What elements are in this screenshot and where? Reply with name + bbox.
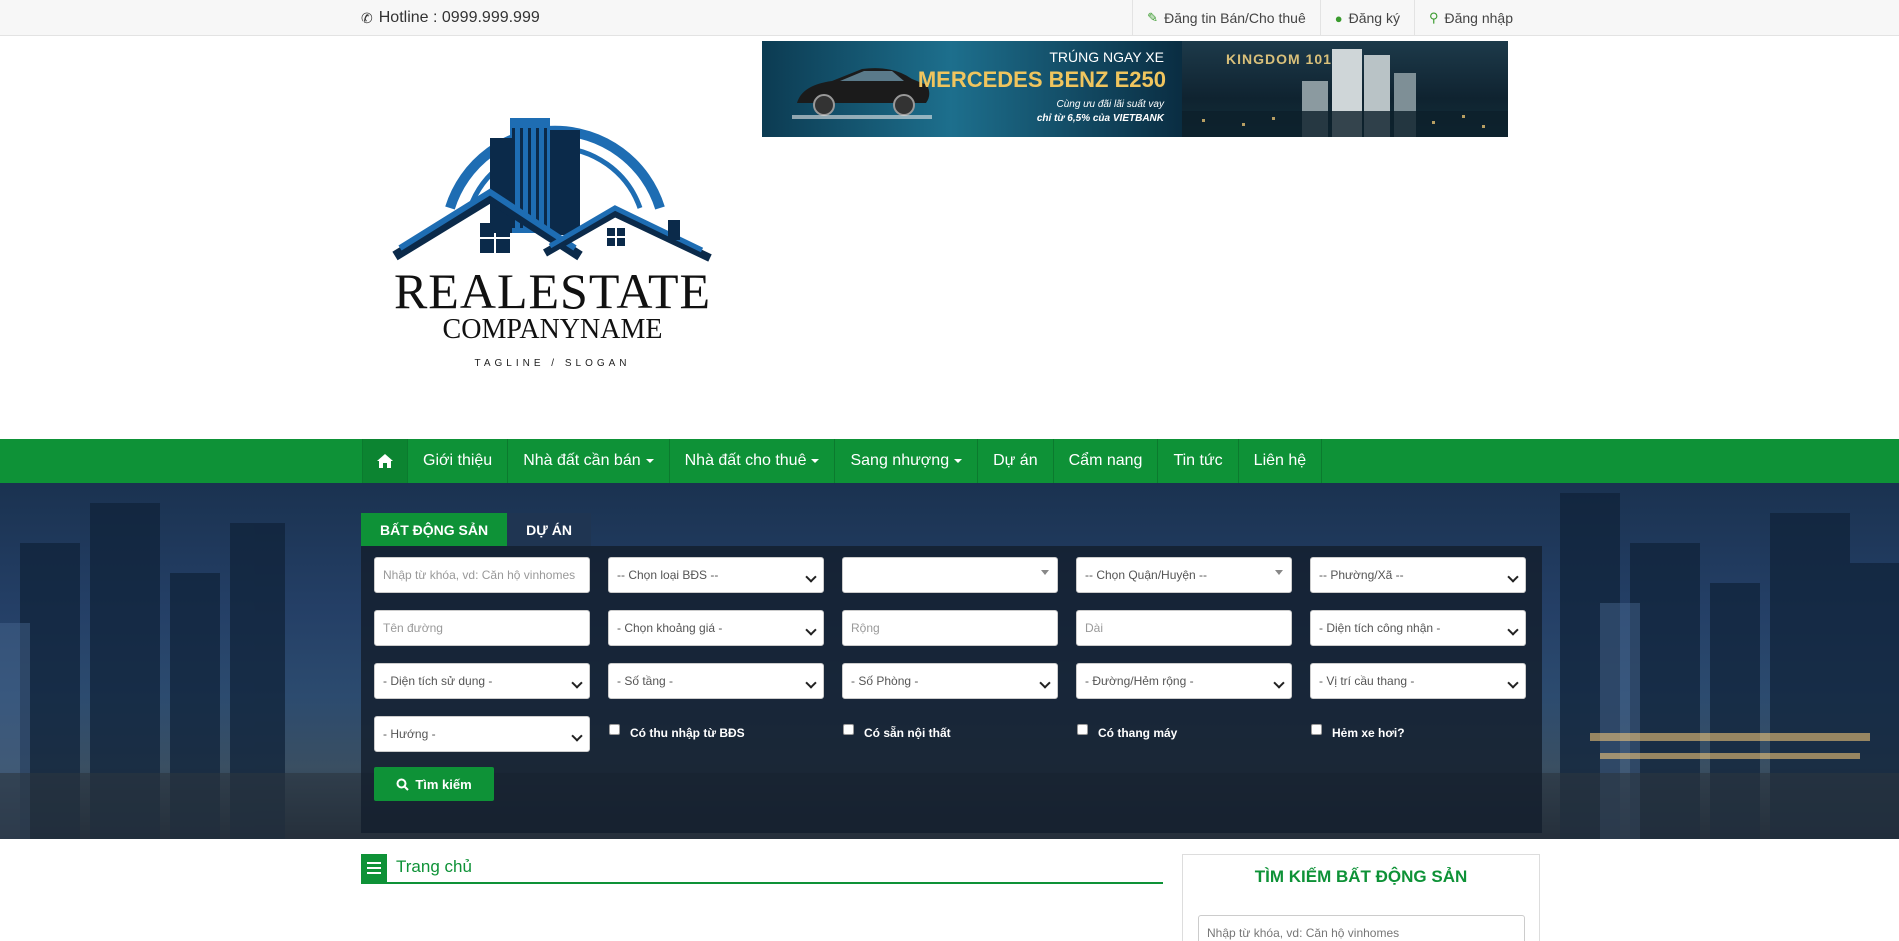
promo-banner: TRÚNG NGAY XE MERCEDES BENZ E250 Cùng ưu… (762, 41, 1182, 137)
login-link[interactable]: ⚲ Đăng nhập (1413, 0, 1527, 36)
nav-item-cam-nang[interactable]: Cẩm nang (1054, 439, 1159, 483)
search-tabs: BẤT ĐỘNG SẢN DỰ ÁN (361, 513, 591, 546)
property-type-select[interactable]: -- Chọn loại BĐS -- (608, 557, 824, 593)
hero-search: BẤT ĐỘNG SẢN DỰ ÁN Nhập từ khóa, vd: Căn… (0, 483, 1899, 839)
length-input[interactable]: Dài (1076, 610, 1292, 646)
search-icon (396, 778, 410, 791)
car-alley-checkbox[interactable]: Hẻm xe hơi? (1311, 724, 1405, 740)
caret-down-icon (645, 459, 654, 463)
width-input[interactable]: Rộng (842, 610, 1058, 646)
nav-item-nha-dat-can-ban[interactable]: Nhà đất cần bán (508, 439, 670, 483)
floors-select[interactable]: - Số tầng - (608, 663, 824, 699)
promo-sub1: Cùng ưu đãi lãi suất vay (1056, 99, 1164, 110)
nav-item-tin-tuc[interactable]: Tin tức (1158, 439, 1239, 483)
phone-icon: ✆ (361, 9, 373, 26)
nav-home[interactable] (362, 439, 408, 483)
ad-banner[interactable]: TRÚNG NGAY XE MERCEDES BENZ E250 Cùng ưu… (762, 41, 1508, 137)
site-logo[interactable]: REALESTATE COMPANYNAME TAGLINE / SLOGAN (390, 108, 715, 373)
user-icon: ● (1334, 10, 1343, 26)
nav-item-lien-he[interactable]: Liên hệ (1239, 439, 1323, 483)
hotline: ✆ Hotline : 0999.999.999 (361, 9, 540, 27)
elevator-checkbox[interactable]: Có thang máy (1077, 724, 1177, 740)
edit-icon: ✎ (1147, 10, 1159, 25)
logo-tagline: TAGLINE / SLOGAN (474, 358, 631, 369)
nav-list: Giới thiệu Nhà đất cần bán Nhà đất cho t… (362, 439, 1323, 483)
promo-title: TRÚNG NGAY XE (1049, 49, 1164, 65)
register-link[interactable]: ● Đăng ký (1319, 0, 1414, 36)
price-range-select[interactable]: - Chọn khoảng giá - (608, 610, 824, 646)
recognized-area-select[interactable]: - Diện tích công nhận - (1310, 610, 1526, 646)
key-icon: ⚲ (1428, 10, 1439, 25)
tab-du-an[interactable]: DỰ ÁN (507, 513, 591, 546)
checkbox-box[interactable] (1311, 724, 1322, 735)
promo-car: MERCEDES BENZ E250 (917, 67, 1166, 92)
promo-sub2: chỉ từ 6,5% của VIETBANK (1036, 113, 1164, 124)
checkbox-box[interactable] (609, 724, 620, 735)
caret-down-icon (811, 459, 820, 463)
main-nav: Giới thiệu Nhà đất cần bán Nhà đất cho t… (0, 439, 1899, 483)
sidebar-search-box: TÌM KIẾM BẤT ĐỘNG SẢN Nhập từ khóa, vd: … (1182, 854, 1540, 941)
keyword-input[interactable]: Nhập từ khóa, vd: Căn hộ vinhomes (374, 557, 590, 593)
project-banner: KINGDOM 101 (1182, 41, 1508, 137)
hotline-text: Hotline : 0999.999.999 (378, 9, 540, 26)
nav-item-gioi-thieu[interactable]: Giới thiệu (408, 439, 509, 483)
nav-item-sang-nhuong[interactable]: Sang nhượng (835, 439, 979, 483)
logo-line1: REALESTATE (393, 263, 712, 319)
rooms-select[interactable]: - Số Phòng - (842, 663, 1058, 699)
city-image (1182, 49, 1508, 137)
furnished-checkbox[interactable]: Có sẵn nội thất (843, 724, 951, 740)
top-bar: ✆ Hotline : 0999.999.999 ✎ Đăng tin Bán/… (0, 0, 1899, 36)
ward-select[interactable]: -- Phường/Xã -- (1310, 557, 1526, 593)
tab-bat-dong-san[interactable]: BẤT ĐỘNG SẢN (361, 513, 508, 546)
search-form: Nhập từ khóa, vd: Căn hộ vinhomes -- Chọ… (361, 546, 1542, 833)
nav-item-nha-dat-cho-thue[interactable]: Nhà đất cho thuê (670, 439, 836, 483)
income-checkbox[interactable]: Có thu nhập từ BĐS (609, 724, 745, 740)
city-select[interactable] (842, 557, 1058, 593)
used-area-select[interactable]: - Diện tích sử dụng - (374, 663, 590, 699)
nav-item-du-an[interactable]: Dự án (978, 439, 1054, 483)
district-select[interactable]: -- Chọn Quận/Huyện -- (1076, 557, 1292, 593)
sidebar-title: TÌM KIẾM BẤT ĐỘNG SẢN (1254, 867, 1468, 886)
post-listing-link[interactable]: ✎ Đăng tin Bán/Cho thuê (1132, 0, 1320, 36)
breadcrumb: Trang chủ (361, 854, 1163, 884)
caret-down-icon (954, 459, 963, 463)
stair-position-select[interactable]: - Vị trí cầu thang - (1310, 663, 1526, 699)
road-width-select[interactable]: - Đường/Hẻm rộng - (1076, 663, 1292, 699)
home-icon (377, 454, 393, 468)
checkbox-box[interactable] (843, 724, 854, 735)
checkbox-box[interactable] (1077, 724, 1088, 735)
search-button[interactable]: Tìm kiếm (374, 767, 494, 801)
account-links: ✎ Đăng tin Bán/Cho thuê ● Đăng ký ⚲ Đăng… (1132, 0, 1527, 36)
direction-select[interactable]: - Hướng - (374, 716, 590, 752)
street-input[interactable]: Tên đường (374, 610, 590, 646)
sidebar-keyword-input[interactable]: Nhập từ khóa, vd: Căn hộ vinhomes (1198, 915, 1525, 941)
breadcrumb-home[interactable]: Trang chủ (396, 857, 472, 877)
logo-line2: COMPANYNAME (442, 314, 663, 345)
list-icon (361, 854, 387, 882)
car-image (792, 68, 932, 119)
